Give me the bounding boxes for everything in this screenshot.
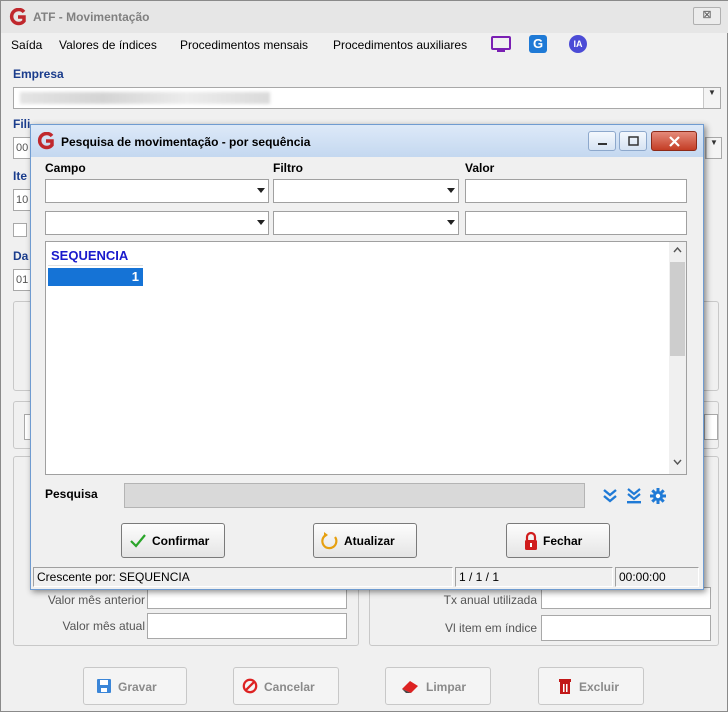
results-grid[interactable]: SEQUENCIA 1 [45, 241, 687, 475]
filtro-header: Filtro [273, 161, 303, 175]
status-bar: Crescente por: SEQUENCIA 1 / 1 / 1 00:00… [33, 567, 701, 587]
chevron-down-icon [447, 220, 455, 225]
minimize-button[interactable] [588, 131, 616, 151]
confirmar-button[interactable]: Confirmar [121, 523, 225, 558]
menu-procedimentos-mensais[interactable]: Procedimentos mensais [180, 38, 308, 52]
limpar-button[interactable]: Limpar [385, 667, 491, 705]
grid-row-selected[interactable]: 1 [48, 268, 143, 286]
scrollbar-thumb[interactable] [670, 262, 685, 356]
window-close-button[interactable]: ⊠ [693, 7, 721, 25]
pesquisa-label: Pesquisa [45, 487, 98, 501]
search-dialog: Pesquisa de movimentação - por sequência… [30, 124, 704, 590]
data-label: Da [13, 249, 29, 263]
app-logo-icon [37, 132, 54, 150]
empresa-label: Empresa [13, 67, 64, 81]
campo-header: Campo [45, 161, 86, 175]
excluir-button[interactable]: Excluir [538, 667, 644, 705]
grid-column-header[interactable]: SEQUENCIA [48, 246, 143, 266]
monitor-icon[interactable] [490, 36, 512, 54]
cancel-icon [242, 678, 258, 694]
valor-mes-atual-field[interactable] [147, 613, 347, 639]
valor-mes-anterior-field[interactable] [147, 587, 347, 609]
maximize-button[interactable] [619, 131, 647, 151]
confirmar-label: Confirmar [152, 534, 210, 548]
atualizar-label: Atualizar [344, 534, 395, 548]
atualizar-button[interactable]: Atualizar [313, 523, 417, 558]
save-icon [97, 679, 111, 693]
ia-icon[interactable]: IA [569, 35, 587, 53]
status-order: Crescente por: SEQUENCIA [33, 567, 453, 587]
excluir-label: Excluir [579, 680, 620, 694]
vertical-scrollbar[interactable] [669, 242, 686, 474]
cancelar-button[interactable]: Cancelar [233, 667, 339, 705]
menu-bar: Saída Valores de índices Procedimentos m… [1, 33, 728, 57]
menu-saida[interactable]: Saída [11, 38, 42, 52]
gear-icon[interactable] [649, 487, 667, 505]
gravar-button[interactable]: Gravar [83, 667, 187, 705]
valor-mes-anterior-label: Valor mês anterior [47, 593, 145, 607]
valor-input-1[interactable] [465, 179, 687, 203]
valor-mes-atual-label: Valor mês atual [62, 619, 145, 633]
scroll-up-icon[interactable] [673, 247, 682, 253]
fechar-label: Fechar [543, 534, 583, 548]
filial-combo-arrow[interactable]: ▼ [705, 137, 722, 159]
chevron-down-icon[interactable]: ▼ [703, 88, 720, 108]
chevron-down-icon [257, 188, 265, 193]
empresa-value-blurred [20, 92, 270, 104]
status-time: 00:00:00 [615, 567, 699, 587]
item-label: Ite [13, 169, 28, 183]
filial-label: Fili [13, 117, 31, 131]
chevron-to-bottom-icon[interactable] [625, 487, 643, 505]
filtro-combo-1[interactable] [273, 179, 459, 203]
campo-combo-1[interactable] [45, 179, 269, 203]
tx-anual-field[interactable] [541, 587, 711, 609]
chevron-down-icon: ▼ [706, 138, 721, 158]
window-title: ATF - Movimentação [33, 10, 150, 24]
valor-header: Valor [465, 161, 495, 175]
dialog-title-bar: Pesquisa de movimentação - por sequência [31, 125, 703, 157]
limpar-label: Limpar [426, 680, 467, 694]
app-logo-icon [9, 8, 26, 26]
title-bar: ATF - Movimentação ⊠ [1, 1, 728, 33]
chevron-down-icon [447, 188, 455, 193]
check-icon [130, 534, 146, 548]
maximize-icon [628, 136, 639, 146]
vl-item-indice-label: Vl item em índice [444, 621, 537, 635]
dialog-close-button[interactable] [651, 131, 697, 151]
vl-item-indice-field[interactable] [541, 615, 711, 641]
fechar-button[interactable]: Fechar [506, 523, 610, 558]
valor-input-2[interactable] [465, 211, 687, 235]
g-app-icon[interactable]: G [529, 35, 547, 53]
status-page: 1 / 1 / 1 [455, 567, 613, 587]
campo-combo-2[interactable] [45, 211, 269, 235]
middle-field-right[interactable] [704, 414, 718, 440]
trash-icon [559, 679, 571, 694]
menu-valores-indices[interactable]: Valores de índices [59, 38, 157, 52]
cancelar-label: Cancelar [264, 680, 315, 694]
gravar-label: Gravar [118, 680, 157, 694]
checkbox[interactable] [13, 223, 27, 237]
minimize-icon [598, 143, 607, 145]
menu-procedimentos-auxiliares[interactable]: Procedimentos auxiliares [333, 38, 467, 52]
refresh-icon [321, 532, 338, 550]
tx-anual-label: Tx anual utilizada [443, 593, 537, 607]
pesquisa-input[interactable] [124, 483, 585, 508]
chevron-down-icon [257, 220, 265, 225]
scroll-down-icon[interactable] [673, 459, 682, 465]
dialog-title: Pesquisa de movimentação - por sequência [61, 135, 311, 149]
empresa-combo[interactable]: ▼ [13, 87, 721, 109]
eraser-icon [402, 681, 418, 693]
double-chevron-down-icon[interactable] [601, 487, 619, 505]
lock-icon [525, 531, 537, 550]
close-icon [669, 136, 680, 147]
filtro-combo-2[interactable] [273, 211, 459, 235]
